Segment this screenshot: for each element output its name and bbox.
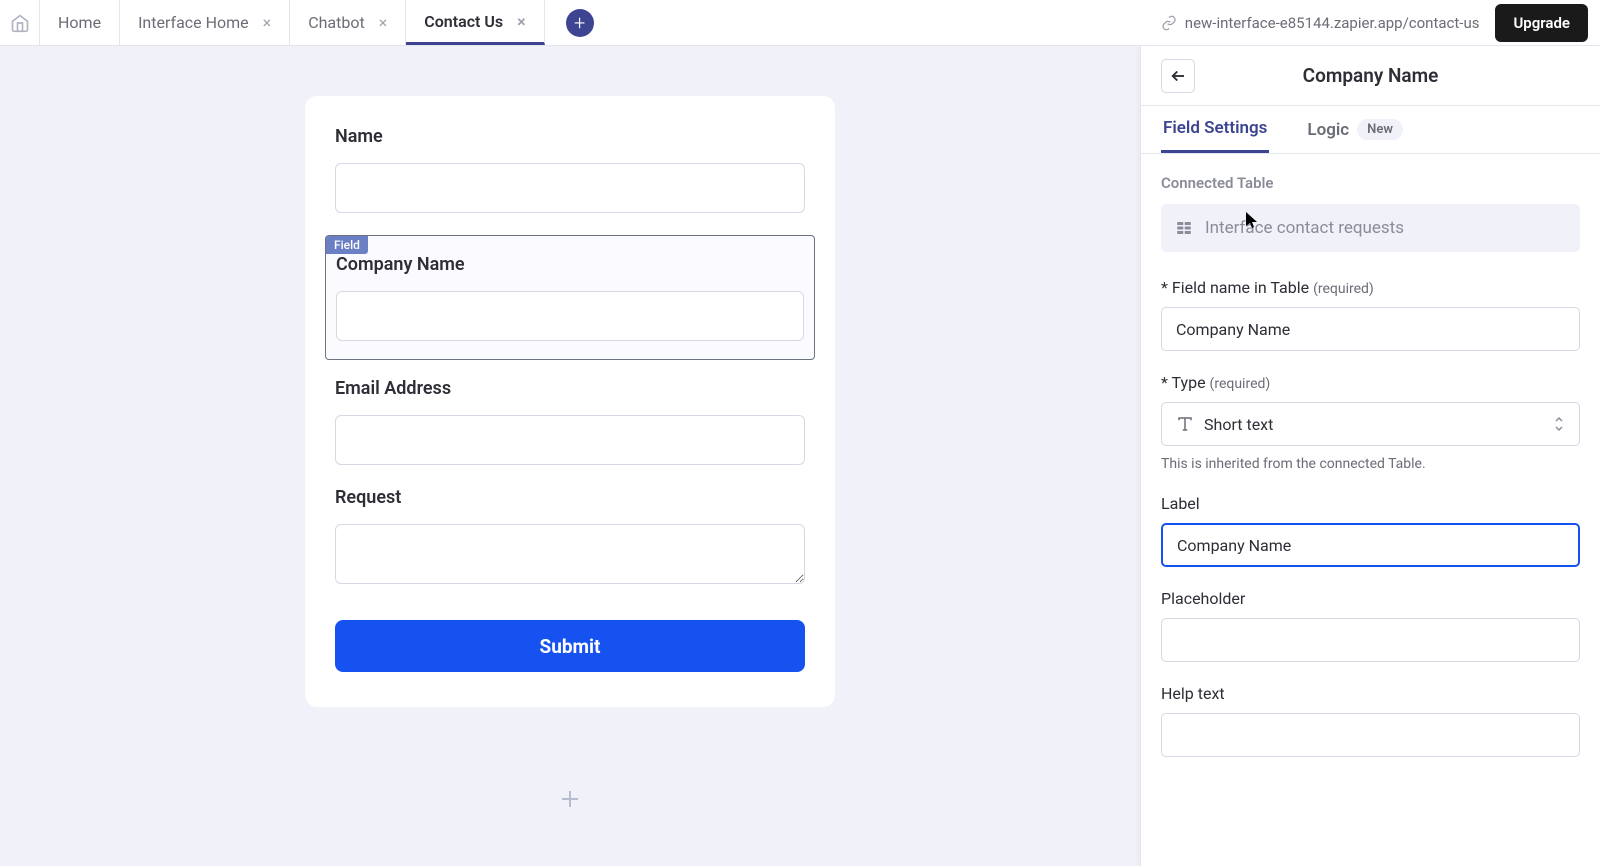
tab-chatbot[interactable]: Chatbot × — [290, 0, 406, 45]
home-icon — [10, 13, 30, 33]
close-icon[interactable]: × — [263, 13, 272, 32]
field-request[interactable]: Request — [325, 487, 815, 588]
field-label: Name — [335, 126, 805, 147]
help-text-label: Help text — [1161, 684, 1580, 703]
connected-table-label: Connected Table — [1161, 174, 1580, 192]
name-input[interactable] — [335, 163, 805, 213]
email-input[interactable] — [335, 415, 805, 465]
required-hint: (required) — [1210, 376, 1271, 392]
help-text-input[interactable] — [1161, 713, 1580, 757]
add-tab-button[interactable]: + — [545, 0, 615, 45]
text-type-icon — [1176, 415, 1194, 433]
topbar-right: new-interface-e85144.zapier.app/contact-… — [1161, 0, 1600, 45]
close-icon[interactable]: × — [517, 12, 526, 31]
tab-label: Contact Us — [424, 12, 503, 31]
back-button[interactable] — [1161, 59, 1195, 93]
tab-interface-home[interactable]: Interface Home × — [120, 0, 290, 45]
submit-button[interactable]: Submit — [335, 620, 805, 672]
home-tab[interactable]: Home — [40, 0, 120, 45]
tab-label: Chatbot — [308, 13, 365, 32]
field-email[interactable]: Email Address — [325, 378, 815, 465]
field-name[interactable]: Name — [325, 126, 815, 213]
topbar: Home Interface Home × Chatbot × Contact … — [0, 0, 1600, 46]
connected-table-value[interactable]: Interface contact requests — [1161, 204, 1580, 252]
placeholder-input[interactable] — [1161, 618, 1580, 662]
type-select[interactable]: Short text — [1161, 402, 1580, 446]
home-tab-label: Home — [58, 13, 101, 32]
chevron-updown-icon — [1553, 416, 1565, 432]
table-icon — [1175, 219, 1193, 237]
type-label: * Type (required) — [1161, 373, 1580, 392]
placeholder-label: Placeholder — [1161, 589, 1580, 608]
field-name-label-text: Field name in Table — [1172, 278, 1309, 297]
link-icon — [1161, 15, 1177, 31]
arrow-left-icon — [1169, 67, 1187, 85]
label-field-label: Label — [1161, 494, 1580, 513]
field-company-name[interactable]: Field Company Name — [325, 235, 815, 360]
field-badge: Field — [326, 236, 368, 254]
close-icon[interactable]: × — [379, 13, 388, 32]
url-display[interactable]: new-interface-e85144.zapier.app/contact-… — [1161, 14, 1480, 32]
company-name-input[interactable] — [336, 291, 804, 341]
field-name-label: * Field name in Table (required) — [1161, 278, 1580, 297]
label-input[interactable] — [1161, 523, 1580, 567]
type-value: Short text — [1204, 415, 1273, 434]
panel-body: Connected Table Interface contact reques… — [1141, 154, 1600, 866]
type-label-text: Type — [1172, 373, 1206, 392]
home-icon-tab[interactable] — [0, 0, 40, 45]
new-badge: New — [1357, 119, 1403, 140]
field-label: Email Address — [335, 378, 805, 399]
tab-contact-us[interactable]: Contact Us × — [406, 0, 544, 45]
tab-label: Logic — [1307, 120, 1349, 140]
url-text: new-interface-e85144.zapier.app/contact-… — [1185, 14, 1480, 32]
panel-title: Company Name — [1303, 64, 1439, 87]
plus-icon: + — [566, 9, 594, 37]
request-input[interactable] — [335, 524, 805, 584]
field-name-input[interactable] — [1161, 307, 1580, 351]
add-block-button[interactable] — [558, 787, 582, 811]
tab-label: Interface Home — [138, 13, 249, 32]
connected-table-text: Interface contact requests — [1205, 218, 1404, 238]
type-help: This is inherited from the connected Tab… — [1161, 456, 1580, 472]
tab-field-settings[interactable]: Field Settings — [1161, 106, 1269, 153]
field-label: Request — [335, 487, 805, 508]
settings-panel: Company Name Field Settings Logic New Co… — [1140, 46, 1600, 866]
tab-logic[interactable]: Logic New — [1305, 106, 1405, 153]
tab-label: Field Settings — [1163, 118, 1267, 138]
main: Name Field Company Name Email Address Re… — [0, 46, 1600, 866]
canvas: Name Field Company Name Email Address Re… — [0, 46, 1140, 866]
plus-icon — [558, 787, 582, 811]
field-label: Company Name — [336, 254, 804, 275]
form-card: Name Field Company Name Email Address Re… — [305, 96, 835, 707]
upgrade-label: Upgrade — [1513, 14, 1570, 32]
required-hint: (required) — [1313, 281, 1374, 297]
upgrade-button[interactable]: Upgrade — [1495, 4, 1588, 42]
panel-tabs: Field Settings Logic New — [1141, 106, 1600, 154]
submit-label: Submit — [540, 635, 601, 658]
panel-header: Company Name — [1141, 46, 1600, 106]
